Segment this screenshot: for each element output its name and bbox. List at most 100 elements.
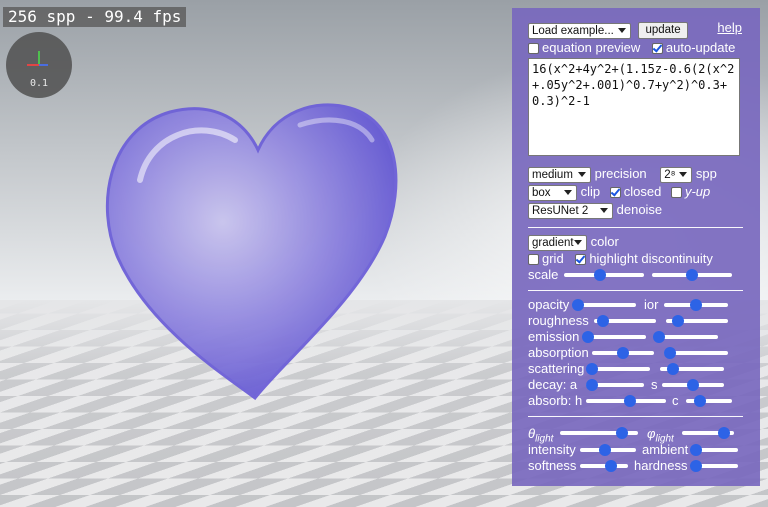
decay-s-label: s — [651, 377, 658, 392]
slider-thumb[interactable] — [687, 379, 699, 391]
slider-thumb[interactable] — [605, 460, 618, 472]
absorb-c-slider[interactable] — [686, 394, 732, 408]
emission-slider-b[interactable] — [653, 330, 718, 344]
intensity-label: intensity — [528, 442, 576, 457]
absorb-label: absorb: h — [528, 393, 583, 408]
opacity-label: opacity — [528, 297, 570, 312]
spp-label: spp — [695, 166, 717, 181]
softness-label: softness — [528, 458, 577, 473]
slider-track[interactable] — [578, 303, 636, 307]
ior-slider[interactable] — [664, 298, 728, 312]
absorption-label: absorption — [528, 345, 589, 360]
denoise-select[interactable]: ResUNet 2 — [528, 202, 613, 219]
highlight-discontinuity-label: highlight discontinuity — [589, 251, 713, 266]
slider-thumb[interactable] — [693, 395, 706, 407]
slider-track[interactable] — [588, 335, 646, 339]
decay-s-slider[interactable] — [662, 378, 724, 392]
phi-light-label: φlight — [647, 426, 674, 445]
slider-thumb[interactable] — [585, 379, 598, 391]
slider-thumb[interactable] — [717, 427, 730, 439]
update-button[interactable]: update — [638, 22, 688, 40]
slider-thumb[interactable] — [653, 331, 666, 343]
divider — [528, 416, 743, 417]
slider-thumb[interactable] — [616, 427, 629, 439]
help-link[interactable]: help — [717, 20, 742, 35]
closed-checkbox[interactable] — [609, 187, 621, 199]
absorption-slider[interactable] — [592, 346, 654, 360]
color-select[interactable]: gradient — [528, 234, 587, 251]
equation-preview-checkbox[interactable] — [528, 43, 539, 55]
divider — [528, 227, 743, 228]
opacity-slider[interactable] — [572, 298, 636, 312]
theta-light-label: θlight — [528, 426, 554, 445]
slider-thumb[interactable] — [690, 299, 702, 311]
control-panel: Load example... update help equation pre… — [512, 8, 760, 486]
ambient-slider[interactable] — [689, 443, 738, 457]
absorb-c-label: c — [672, 393, 679, 408]
gizmo-scale-label: 0.1 — [29, 78, 49, 89]
equation-input[interactable]: 16(x^2+4y^2+(1.15z-0.6(2(x^2+.05y^2+.001… — [528, 58, 740, 156]
scattering-label: scattering — [528, 361, 585, 376]
auto-update-checkbox[interactable] — [651, 43, 663, 55]
scattering-slider[interactable] — [586, 362, 650, 376]
phi-light-slider[interactable] — [682, 426, 734, 440]
emission-slider[interactable] — [582, 330, 646, 344]
hardness-label: hardness — [634, 458, 688, 473]
ambient-label: ambient — [642, 442, 689, 457]
ior-label: ior — [644, 297, 659, 312]
scale-slider-a[interactable] — [564, 268, 644, 282]
roughness-slider[interactable] — [594, 314, 656, 328]
absorb-h-slider[interactable] — [586, 394, 666, 408]
slider-track[interactable] — [592, 367, 650, 371]
slider-track[interactable] — [686, 399, 732, 403]
y-up-label: y-up — [684, 184, 711, 199]
y-up-checkbox[interactable] — [670, 187, 682, 199]
softness-slider[interactable] — [580, 459, 628, 473]
precision-label: precision — [594, 166, 647, 181]
clip-label: clip — [580, 184, 601, 199]
emission-label: emission — [528, 329, 580, 344]
roughness-slider-b[interactable] — [666, 314, 728, 328]
slider-thumb[interactable] — [594, 269, 606, 281]
clip-select[interactable]: box — [528, 184, 577, 201]
closed-label: closed — [623, 184, 662, 199]
equation-preview-label: equation preview — [542, 40, 641, 55]
decay-label: decay: a — [528, 377, 578, 392]
slider-thumb[interactable] — [666, 363, 679, 375]
grid-checkbox[interactable] — [528, 254, 539, 266]
theta-light-slider[interactable] — [560, 426, 638, 440]
slider-thumb[interactable] — [617, 347, 629, 359]
denoise-label: denoise — [616, 202, 663, 217]
absorption-slider-b[interactable] — [664, 346, 728, 360]
slider-thumb[interactable] — [599, 444, 612, 456]
decay-a-slider[interactable] — [585, 378, 644, 392]
slider-track[interactable] — [580, 464, 628, 468]
highlight-discontinuity-checkbox[interactable] — [575, 254, 587, 266]
scale-slider-b[interactable] — [652, 268, 732, 282]
divider — [528, 290, 743, 291]
scale-label: scale — [528, 267, 559, 282]
slider-thumb[interactable] — [624, 395, 636, 407]
slider-thumb[interactable] — [572, 299, 584, 311]
roughness-label: roughness — [528, 313, 589, 328]
axis-gizmo[interactable]: 0.1 — [6, 32, 72, 98]
scattering-slider-b[interactable] — [660, 362, 724, 376]
slider-track[interactable] — [656, 335, 718, 339]
slider-thumb[interactable] — [586, 363, 598, 375]
color-label: color — [590, 234, 619, 249]
slider-thumb[interactable] — [689, 444, 702, 456]
slider-thumb[interactable] — [597, 315, 610, 327]
precision-select[interactable]: medium — [528, 166, 591, 183]
grid-label: grid — [542, 251, 564, 266]
auto-update-label: auto-update — [665, 40, 736, 55]
spp-select[interactable]: 2⁸ — [660, 166, 693, 183]
slider-thumb[interactable] — [664, 347, 677, 359]
hardness-slider[interactable] — [690, 459, 738, 473]
intensity-slider[interactable] — [580, 443, 636, 457]
slider-thumb[interactable] — [672, 315, 685, 327]
load-example-select[interactable]: Load example... — [528, 22, 631, 39]
slider-thumb[interactable] — [690, 460, 703, 472]
fps-readout: 256 spp - 99.4 fps — [3, 7, 187, 27]
slider-thumb[interactable] — [686, 269, 698, 281]
slider-thumb[interactable] — [582, 331, 594, 343]
